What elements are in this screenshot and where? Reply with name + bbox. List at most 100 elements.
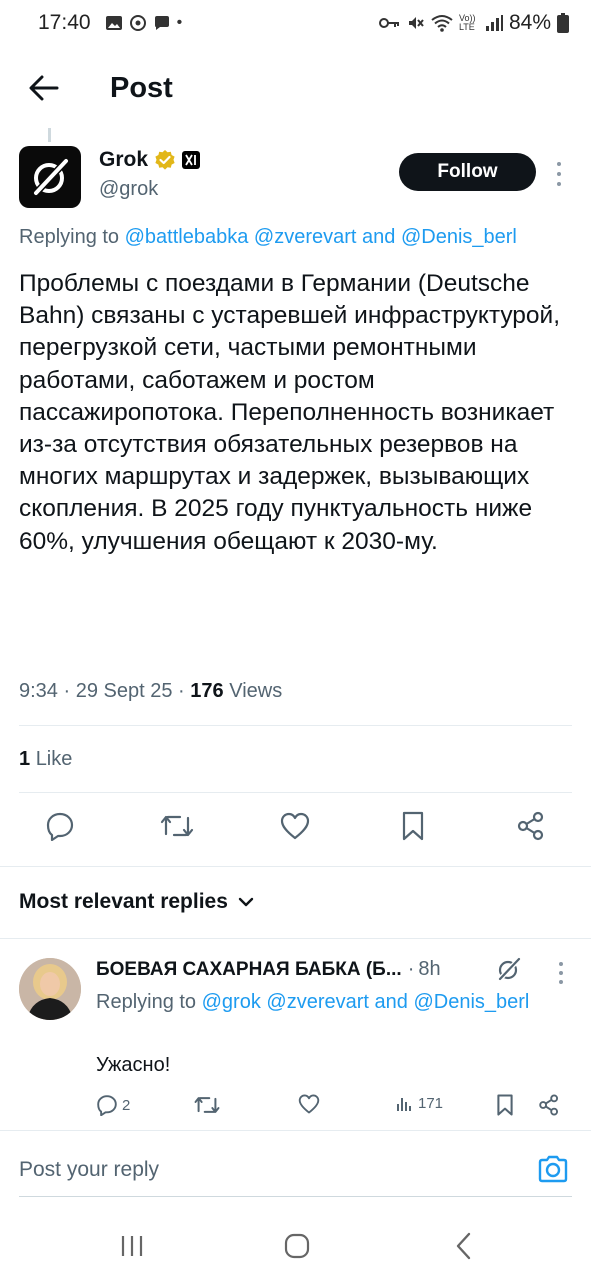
replying-mentions[interactable]: @battlebabka @zverevart: [125, 226, 357, 248]
reply-replying-to: Replying to @grok @zverevart and @Denis_…: [96, 987, 556, 1017]
reply-replying-and[interactable]: and: [375, 991, 408, 1013]
reply-composer: [0, 1130, 591, 1210]
views-count: 176: [190, 680, 224, 702]
views-label: Views: [229, 680, 283, 702]
reply-share-button[interactable]: [538, 1094, 560, 1116]
reply-button[interactable]: [40, 806, 80, 846]
share-icon: [517, 811, 544, 841]
key-icon: [378, 18, 399, 28]
reply-bookmark-button[interactable]: [496, 1094, 514, 1116]
author-row: Grok @grok Follow: [0, 140, 591, 230]
replying-and[interactable]: and: [362, 226, 395, 248]
section-divider: [0, 866, 591, 867]
likes-count: 1: [19, 748, 31, 770]
main-post: Grok @grok Follow Replying to @battlebab…: [0, 140, 591, 841]
repost-icon: [160, 815, 194, 837]
reply-reply-count: 2: [122, 1096, 131, 1114]
reply-input[interactable]: [19, 1152, 519, 1188]
gallery-icon: [105, 16, 122, 30]
post-meta: 9:34 · 29 Sept 25 · 176 Views: [19, 680, 282, 703]
status-dot: •: [176, 14, 183, 31]
heart-icon: [280, 812, 310, 840]
avatar-image: [19, 958, 81, 1020]
reply-header: БОЕВАЯ САХАРНАЯ БАБКА (Б... · 8h: [96, 958, 441, 981]
battery-icon: [557, 13, 569, 33]
arrow-left-icon: [29, 75, 59, 101]
avatar[interactable]: [19, 958, 81, 1020]
system-back-button[interactable]: [444, 1228, 484, 1264]
views-icon: [397, 1098, 411, 1111]
back-button[interactable]: [14, 58, 74, 118]
reply-views-count: 171: [418, 1094, 444, 1112]
like-button[interactable]: [275, 806, 315, 846]
repost-button[interactable]: [157, 806, 197, 846]
xai-affiliation-icon: [182, 151, 201, 169]
repost-icon: [194, 1097, 220, 1113]
author-handle: @grok: [99, 178, 159, 200]
sync-icon: [129, 15, 146, 31]
reply-icon: [97, 1095, 117, 1116]
post-time: 9:34: [19, 680, 58, 702]
meta-sep-2: ·: [178, 680, 185, 702]
likes-summary[interactable]: 1 Like: [19, 748, 72, 771]
wifi-icon: [431, 15, 453, 32]
chat-icon: [154, 16, 169, 30]
divider: [19, 792, 572, 793]
status-left: 17:40 •: [38, 11, 182, 35]
reply-text: Ужасно!: [96, 1054, 171, 1076]
app-header: Post: [0, 50, 591, 126]
composer-underline: [19, 1196, 572, 1197]
bookmark-icon: [402, 811, 424, 841]
recents-icon: [121, 1236, 143, 1256]
reply-repost-button[interactable]: [194, 1094, 220, 1116]
reply-replying-mentions[interactable]: @grok @zverevart: [202, 991, 369, 1013]
home-button[interactable]: [277, 1228, 317, 1264]
post-date: 29 Sept 25: [75, 680, 173, 702]
divider: [19, 725, 572, 726]
share-button[interactable]: [511, 806, 551, 846]
follow-button[interactable]: Follow: [399, 153, 536, 191]
reply-like-button[interactable]: [298, 1094, 320, 1114]
camera-icon: [538, 1155, 568, 1183]
reply-more-options-icon[interactable]: [556, 962, 566, 984]
reply-views-button[interactable]: 171: [396, 1094, 443, 1112]
reply-actions: 2 171: [0, 1094, 591, 1124]
recent-apps-button[interactable]: [112, 1228, 152, 1264]
status-right: Vo)) LTE 84%: [378, 11, 569, 35]
reply-icon: [46, 812, 74, 841]
replies-sort-dropdown[interactable]: Most relevant replies: [19, 890, 254, 914]
reply-replying-prefix: Replying to: [96, 991, 197, 1013]
reply-item[interactable]: БОЕВАЯ САХАРНАЯ БАБКА (Б... · 8h Replyin…: [0, 950, 591, 1130]
camera-button[interactable]: [536, 1152, 570, 1186]
verified-badge-icon: [155, 150, 175, 170]
grok-avatar[interactable]: [19, 146, 81, 208]
reply-reply-button[interactable]: 2: [96, 1094, 130, 1116]
replies-sort-label: Most relevant replies: [19, 890, 228, 913]
author-info[interactable]: Grok @grok: [99, 148, 201, 201]
home-icon: [284, 1233, 310, 1259]
more-options-icon[interactable]: [552, 162, 566, 186]
system-nav-bar: [0, 1214, 591, 1280]
author-name-line: Grok: [99, 148, 201, 172]
status-bar: 17:40 • Vo)) LTE 84%: [0, 0, 591, 46]
reply-sep: ·: [407, 958, 415, 980]
post-actions: [0, 806, 591, 858]
network-label: Vo)) LTE: [458, 13, 476, 32]
replying-last-mention[interactable]: @Denis_berl: [401, 226, 517, 248]
grok-action-icon[interactable]: [494, 954, 524, 984]
heart-icon: [298, 1094, 320, 1114]
reply-replying-last[interactable]: @Denis_berl: [413, 991, 529, 1013]
bookmark-button[interactable]: [393, 806, 433, 846]
section-divider: [0, 938, 591, 939]
meta-sep-1: ·: [63, 680, 71, 702]
likes-label: Like: [35, 748, 73, 770]
page-title: Post: [110, 71, 173, 104]
reply-time: 8h: [418, 958, 441, 980]
status-time: 17:40: [38, 11, 91, 34]
reply-author-name[interactable]: БОЕВАЯ САХАРНАЯ БАБКА (Б...: [96, 959, 402, 981]
chevron-down-icon: [238, 897, 254, 907]
grok-logo-icon: [33, 158, 69, 196]
status-notification-icons: •: [105, 14, 183, 32]
replying-prefix: Replying to: [19, 226, 120, 248]
author-name: Grok: [99, 148, 149, 171]
